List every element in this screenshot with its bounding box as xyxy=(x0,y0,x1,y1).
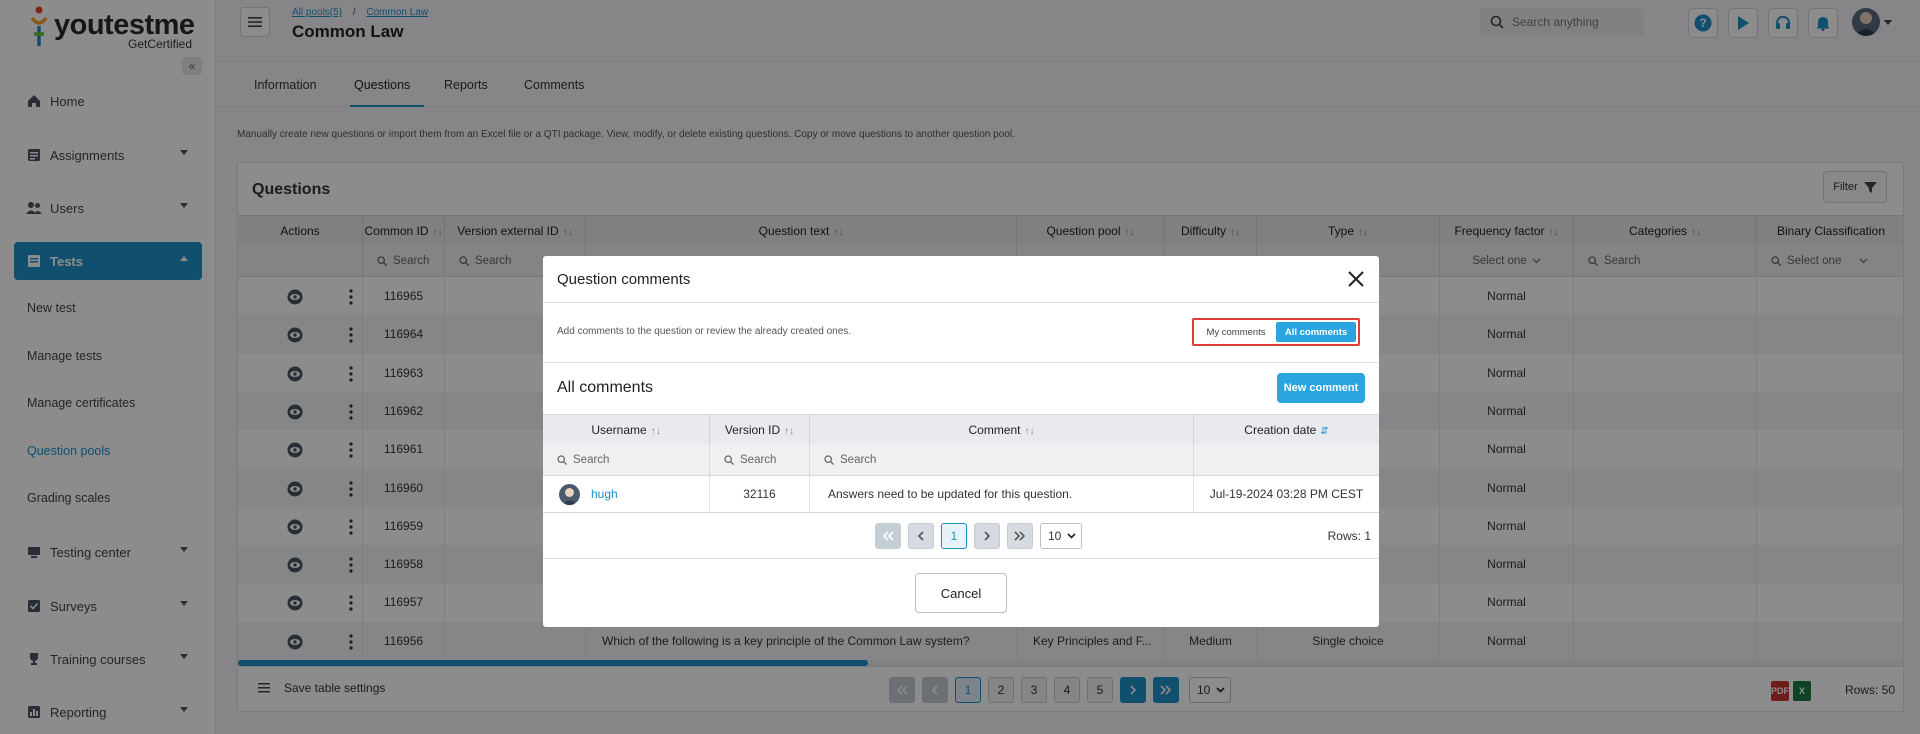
new-comment-button[interactable]: New comment xyxy=(1277,373,1365,403)
divider xyxy=(543,302,1379,303)
col-comment[interactable]: Comment ↑↓ xyxy=(810,415,1194,445)
last-page-button[interactable] xyxy=(1007,523,1033,549)
comment-version-id-cell: 32116 xyxy=(710,476,810,513)
sort-active-icon[interactable]: ⇵ xyxy=(1320,426,1328,437)
app: youtestme GetCertified « Home Assignment… xyxy=(0,0,1920,734)
page-size-select[interactable]: 10 xyxy=(1040,523,1082,549)
my-comments-toggle[interactable]: My comments xyxy=(1196,322,1276,342)
filter-version-id-input[interactable]: Search xyxy=(710,444,810,476)
modal-title: Question comments xyxy=(557,271,691,288)
sort-icon[interactable]: ↑↓ xyxy=(651,426,661,437)
divider xyxy=(543,558,1379,559)
table-row: hugh 32116 Answers need to be updated fo… xyxy=(543,476,1379,513)
comments-table-header: Username ↑↓ Version ID ↑↓ Comment ↑↓ Creati… xyxy=(543,414,1379,445)
col-creation-date[interactable]: Creation date ⇵ xyxy=(1194,415,1379,445)
prev-page-button[interactable] xyxy=(908,523,934,549)
filter-username-input[interactable]: Search xyxy=(543,444,710,476)
comments-filter-toggle: My comments All comments xyxy=(1192,318,1360,346)
chevron-right-icon xyxy=(984,531,991,541)
comments-rows-count: Rows: 1 xyxy=(1327,529,1371,543)
avatar xyxy=(559,484,580,505)
search-icon xyxy=(724,455,734,465)
double-chevron-right-icon xyxy=(1014,531,1026,541)
comments-pager: 1 10 Rows: 1 xyxy=(543,513,1379,558)
chevron-left-icon xyxy=(917,531,924,541)
modal-description: Add comments to the question or review t… xyxy=(557,326,852,337)
comment-username-link[interactable]: hugh xyxy=(591,476,618,513)
close-icon[interactable] xyxy=(1347,270,1365,288)
search-icon xyxy=(557,455,567,465)
comment-username-cell: hugh xyxy=(543,476,710,513)
page-1-button[interactable]: 1 xyxy=(941,523,967,549)
sort-icon[interactable]: ↑↓ xyxy=(784,426,794,437)
filter-creation-date-empty xyxy=(1194,444,1379,476)
comments-table-filters: Search Search Search xyxy=(543,444,1379,476)
search-icon xyxy=(824,455,834,465)
all-comments-toggle[interactable]: All comments xyxy=(1276,322,1356,342)
double-chevron-left-icon xyxy=(882,531,894,541)
next-page-button[interactable] xyxy=(974,523,1000,549)
all-comments-title: All comments xyxy=(557,379,654,396)
question-comments-modal: Question comments Add comments to the qu… xyxy=(543,256,1379,627)
chevron-down-icon xyxy=(1067,533,1076,539)
sort-icon[interactable]: ↑↓ xyxy=(1025,426,1035,437)
cancel-button[interactable]: Cancel xyxy=(915,573,1007,613)
filter-comment-input[interactable]: Search xyxy=(810,444,1194,476)
comment-creation-date-cell: Jul-19-2024 03:28 PM CEST xyxy=(1209,487,1364,501)
first-page-button[interactable] xyxy=(875,523,901,549)
col-version-id[interactable]: Version ID ↑↓ xyxy=(710,415,810,445)
divider xyxy=(543,362,1379,363)
col-username[interactable]: Username ↑↓ xyxy=(543,415,710,445)
comment-text-cell: Answers need to be updated for this ques… xyxy=(810,476,1194,513)
